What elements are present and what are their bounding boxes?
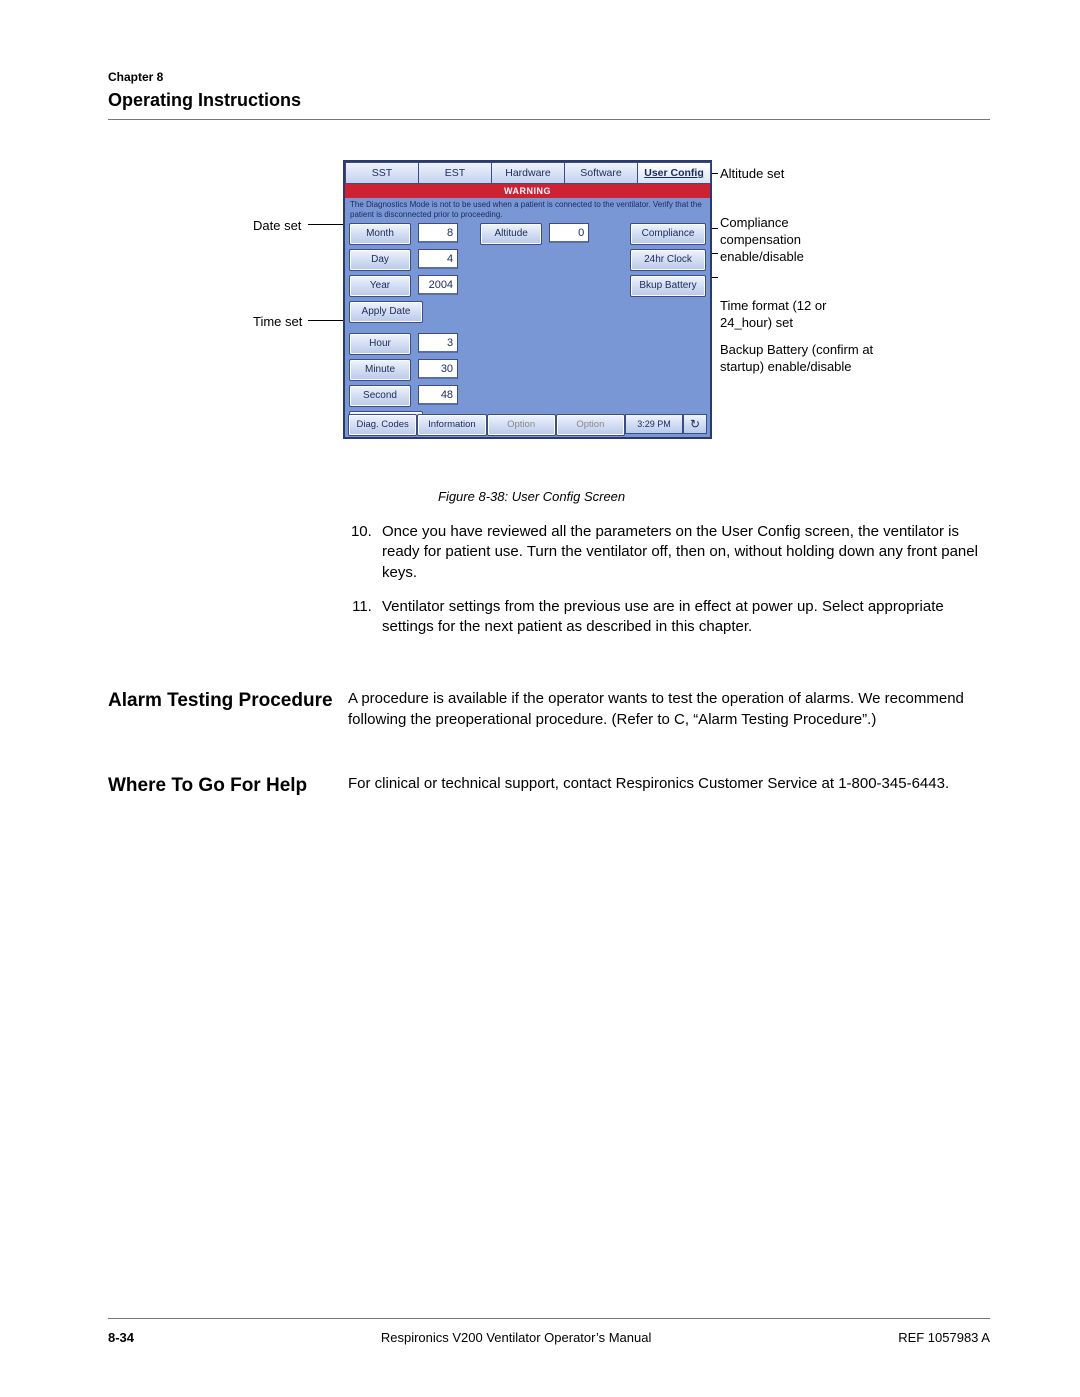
- callout-time-format: Time format (12 or 24_hour) set: [720, 298, 880, 332]
- footer-title: Respironics V200 Ventilator Operator’s M…: [381, 1330, 652, 1345]
- refresh-icon[interactable]: ↻: [683, 414, 707, 434]
- step-10: Once you have reviewed all the parameter…: [376, 522, 990, 583]
- tab-hardware[interactable]: Hardware: [491, 162, 565, 184]
- val-hour[interactable]: 3: [418, 333, 458, 353]
- btn-option-1[interactable]: Option: [487, 414, 556, 436]
- alarm-body: A procedure is available if the operator…: [348, 689, 990, 730]
- ventilator-panel: SST EST Hardware Software User Config WA…: [343, 160, 712, 439]
- btn-information[interactable]: Information: [417, 414, 486, 436]
- chapter-label: Chapter 8: [108, 70, 990, 84]
- btn-day[interactable]: Day: [349, 249, 411, 271]
- help-body: For clinical or technical support, conta…: [348, 774, 990, 798]
- val-minute[interactable]: 30: [418, 359, 458, 379]
- page-number: 8-34: [108, 1330, 134, 1345]
- panel-clock: 3:29 PM: [625, 414, 683, 434]
- top-rule: [108, 119, 990, 120]
- btn-minute[interactable]: Minute: [349, 359, 411, 381]
- val-day[interactable]: 4: [418, 249, 458, 269]
- help-heading: Where To Go For Help: [108, 774, 348, 798]
- step-11: Ventilator settings from the previous us…: [376, 597, 990, 638]
- footer-ref: REF 1057983 A: [898, 1330, 990, 1345]
- tab-est[interactable]: EST: [418, 162, 492, 184]
- btn-diag-codes[interactable]: Diag. Codes: [348, 414, 417, 436]
- btn-year[interactable]: Year: [349, 275, 411, 297]
- callout-compliance: Compliance compensation enable/disable: [720, 215, 870, 266]
- right-button-column: Compliance 24hr Clock Bkup Battery: [630, 223, 706, 301]
- figure-caption: Figure 8-38: User Config Screen: [438, 489, 625, 504]
- btn-hour[interactable]: Hour: [349, 333, 411, 355]
- val-month[interactable]: 8: [418, 223, 458, 243]
- arrow-date-set: [308, 224, 348, 225]
- figure-wrapper: Date set Time set Altitude set Complianc…: [108, 160, 990, 510]
- val-second[interactable]: 48: [418, 385, 458, 405]
- tab-row: SST EST Hardware Software User Config: [345, 162, 710, 184]
- panel-bottom-row: Diag. Codes Information Option Option 3:…: [348, 414, 707, 434]
- step-list: Once you have reviewed all the parameter…: [348, 522, 990, 637]
- tab-sst[interactable]: SST: [345, 162, 419, 184]
- btn-altitude[interactable]: Altitude: [480, 223, 542, 245]
- tab-software[interactable]: Software: [564, 162, 638, 184]
- callout-backup-battery: Backup Battery (confirm at startup) enab…: [720, 342, 880, 376]
- callout-date-set: Date set: [253, 218, 301, 235]
- btn-bkup-battery[interactable]: Bkup Battery: [630, 275, 706, 297]
- page-footer: 8-34 Respironics V200 Ventilator Operato…: [108, 1330, 990, 1345]
- btn-option-2[interactable]: Option: [556, 414, 625, 436]
- alarm-heading: Alarm Testing Procedure: [108, 689, 348, 730]
- footer-rule: [108, 1318, 990, 1319]
- panel-body: Month 8 Altitude 0 Day 4 Year 2004 Apply…: [345, 223, 710, 433]
- callout-altitude: Altitude set: [720, 166, 784, 183]
- tab-user-config[interactable]: User Config: [637, 162, 711, 184]
- btn-compliance[interactable]: Compliance: [630, 223, 706, 245]
- btn-second[interactable]: Second: [349, 385, 411, 407]
- btn-month[interactable]: Month: [349, 223, 411, 245]
- callout-time-set: Time set: [253, 314, 302, 331]
- val-altitude[interactable]: 0: [549, 223, 589, 243]
- btn-24hr-clock[interactable]: 24hr Clock: [630, 249, 706, 271]
- arrow-time-set: [308, 320, 348, 321]
- warning-banner: WARNING: [345, 184, 710, 198]
- val-year[interactable]: 2004: [418, 275, 458, 295]
- btn-apply-date[interactable]: Apply Date: [349, 301, 423, 323]
- section-title: Operating Instructions: [108, 90, 990, 111]
- warning-text: The Diagnostics Mode is not to be used w…: [345, 198, 710, 223]
